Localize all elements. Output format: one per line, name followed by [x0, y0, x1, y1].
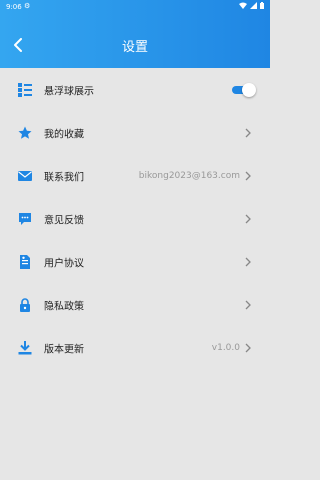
signal-icon	[250, 2, 257, 9]
chevron-right-icon	[245, 128, 251, 137]
feedback-row[interactable]: 意见反馈	[0, 197, 270, 240]
version-value: v1.0.0	[211, 342, 240, 353]
star-icon	[18, 126, 32, 139]
status-icons	[239, 2, 264, 9]
contact-email: bikong2023@163.com	[138, 170, 240, 181]
chevron-right-icon	[245, 171, 251, 180]
lock-icon	[20, 297, 30, 312]
version-row[interactable]: 版本更新 v1.0.0	[0, 326, 270, 369]
chevron-right-icon	[245, 214, 251, 223]
chevron-right-icon	[245, 300, 251, 309]
user-agreement-row[interactable]: 用户协议	[0, 240, 270, 283]
privacy-label: 隐私政策	[44, 301, 84, 312]
contact-row[interactable]: 联系我们 bikong2023@163.com	[0, 154, 270, 197]
status-bar: 9:06 ⚙	[0, 0, 270, 14]
settings-list: 悬浮球展示 我的收藏 联系我们 bikong2023@163.com 意见反馈 …	[0, 68, 270, 369]
user-agreement-label: 用户协议	[44, 258, 84, 269]
chevron-right-icon	[245, 343, 251, 352]
favorites-row[interactable]: 我的收藏	[0, 111, 270, 154]
download-icon	[18, 340, 32, 354]
floating-ball-row: 悬浮球展示	[0, 68, 270, 111]
settings-notification-icon: ⚙	[24, 2, 31, 10]
battery-icon	[260, 2, 264, 9]
floating-ball-label: 悬浮球展示	[44, 86, 94, 97]
list-icon	[18, 82, 32, 97]
app-bar: 9:06 ⚙ 设置	[0, 0, 270, 68]
feedback-label: 意见反馈	[44, 215, 84, 226]
wifi-icon	[239, 2, 247, 9]
chat-bubble-icon	[19, 212, 31, 225]
mail-icon	[18, 170, 32, 181]
chevron-right-icon	[245, 257, 251, 266]
contact-label: 联系我们	[44, 172, 84, 183]
version-label: 版本更新	[44, 344, 84, 355]
status-time: 9:06	[6, 3, 22, 11]
privacy-row[interactable]: 隐私政策	[0, 283, 270, 326]
document-icon	[20, 254, 30, 269]
favorites-label: 我的收藏	[44, 129, 84, 140]
floating-ball-toggle[interactable]	[230, 82, 256, 97]
toggle-knob	[242, 82, 256, 97]
page-title: 设置	[121, 40, 148, 55]
